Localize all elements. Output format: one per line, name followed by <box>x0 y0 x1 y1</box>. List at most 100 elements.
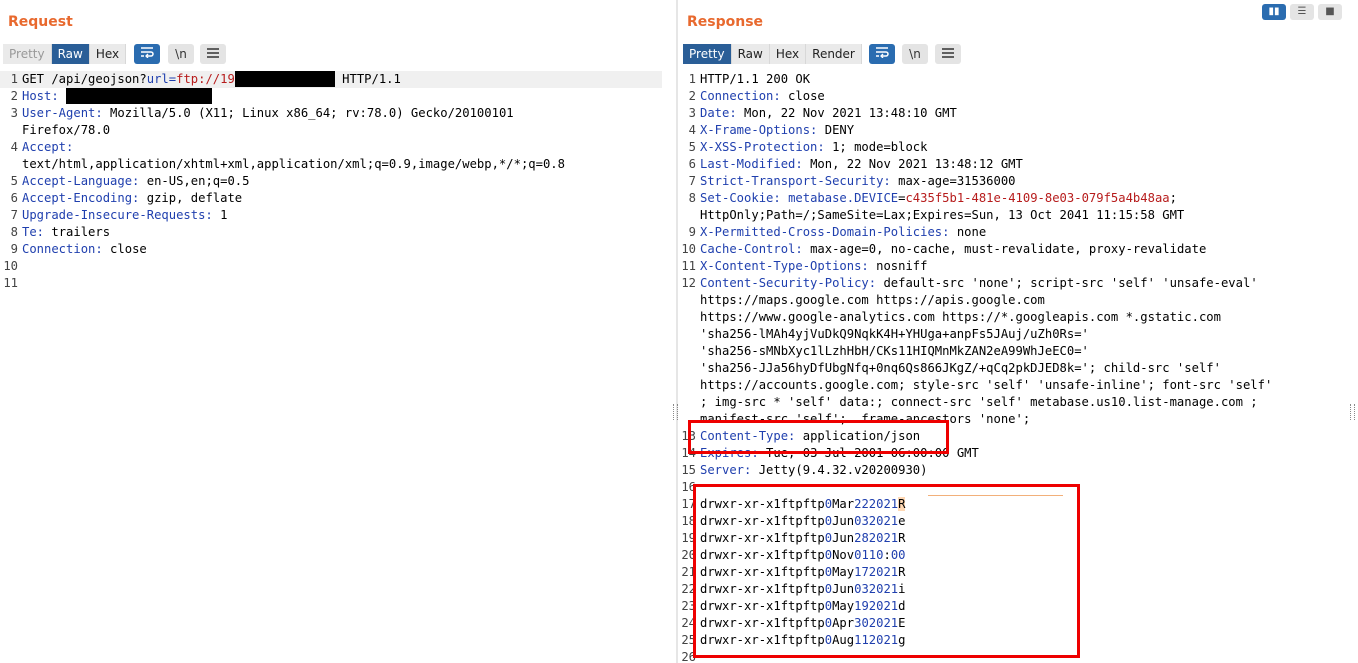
token: ; img-src * 'self' data:; connect-src 's… <box>700 395 1258 409</box>
line-text: Upgrade-Insecure-Requests: 1 <box>22 207 227 224</box>
line-text: Server: Jetty(9.4.32.v20200930) <box>700 462 927 479</box>
response-tabs: Pretty Raw Hex Render <box>683 44 862 64</box>
code-line: 3 Date: Mon, 22 Nov 2021 13:48:10 GMT <box>678 105 1346 122</box>
split-horizontal-icon[interactable]: ▮▮ <box>1262 4 1286 20</box>
tab-hex[interactable]: Hex <box>769 44 807 64</box>
token: nosniff <box>868 259 928 273</box>
tab-pretty[interactable]: Pretty <box>683 44 732 64</box>
token: Strict-Transport-Security: <box>700 174 891 188</box>
token: Set-Cookie: <box>700 191 781 205</box>
token: Accept-Language: <box>22 174 140 188</box>
token: default-src 'none'; script-src 'self' 'u… <box>876 276 1258 290</box>
line-number: 5 <box>688 140 696 154</box>
line-number: 4 <box>10 140 18 154</box>
line-number: 6 <box>10 191 18 205</box>
line-text: 'sha256-JJa56hyDfUbgNfq+0nq6Qs866JKgZ/+q… <box>700 360 1221 377</box>
line-number: 9 <box>10 242 18 256</box>
line-number: 3 <box>10 106 18 120</box>
highlight-box-ftp-listing <box>693 484 1080 658</box>
tab-raw[interactable]: Raw <box>51 44 90 64</box>
code-line: HttpOnly;Path=/;SameSite=Lax;Expires=Sun… <box>678 207 1346 224</box>
token: text/html,application/xhtml+xml,applicat… <box>22 157 565 171</box>
code-line: 8 Set-Cookie: metabase.DEVICE=c435f5b1-48… <box>678 190 1346 207</box>
line-number: 15 <box>681 463 696 477</box>
token: DENY <box>817 123 855 137</box>
line-text: HTTP/1.1 200 OK <box>700 71 810 88</box>
line-number <box>678 207 700 224</box>
token: HTTP/1.1 200 OK <box>700 72 811 86</box>
request-pane: Request Pretty Raw Hex \n 1 GET /api/geoj… <box>0 0 676 663</box>
token: 'sha256-sMNbXyc1lLzhHbH/CKs11HIQMnMkZAN2… <box>700 344 1089 358</box>
line-number <box>678 292 700 309</box>
line-text: User-Agent: Mozilla/5.0 (X11; Linux x86_… <box>22 105 514 122</box>
line-number: 10 <box>681 242 696 256</box>
tab-render[interactable]: Render <box>806 44 862 64</box>
token: X-XSS-Protection: <box>700 140 825 154</box>
token: Upgrade-Insecure-Requests: <box>22 208 213 222</box>
token: max-age=0, no-cache, must-revalidate, pr… <box>802 242 1207 256</box>
token: Mozilla/5.0 (X11; Linux x86_64; rv:78.0)… <box>102 106 514 120</box>
code-line: 2 Connection: close <box>678 88 1346 105</box>
token: X-Frame-Options: <box>700 123 818 137</box>
token: Connection: <box>700 89 781 103</box>
line-number: 7 <box>10 208 18 222</box>
request-editor[interactable]: 1 GET /api/geojson?url=ftp://19 HTTP/1.1 2… <box>0 71 662 292</box>
token: Last-Modified: <box>700 157 803 171</box>
resize-handle-icon[interactable] <box>1350 404 1355 420</box>
line-number <box>678 394 700 411</box>
view-layout-toggle: ▮▮ ☰ ■ <box>1262 4 1342 20</box>
code-line: 1 HTTP/1.1 200 OK <box>678 71 1346 88</box>
token: Server: <box>700 463 752 477</box>
token: https://maps.google.com https://apis.goo… <box>700 293 1045 307</box>
line-number <box>678 309 700 326</box>
tab-hex[interactable]: Hex <box>89 44 127 64</box>
line-number: 6 <box>688 157 696 171</box>
token: trailers <box>44 225 111 239</box>
token: 1 <box>212 208 228 222</box>
token: c435f5b1-481e-4109-8e03-079f5a4b48aa <box>905 191 1170 205</box>
token: ftp://19 <box>176 72 235 86</box>
line-number: 9 <box>688 225 696 239</box>
line-text: Accept-Language: en-US,en;q=0.5 <box>22 173 249 190</box>
newline-toggle-button[interactable]: \n <box>168 44 194 64</box>
request-title: Request <box>8 14 73 30</box>
line-text: Firefox/78.0 <box>22 122 110 139</box>
tab-raw[interactable]: Raw <box>731 44 770 64</box>
line-text: Connection: close <box>700 88 825 105</box>
highlight-box-content-type <box>688 420 949 454</box>
token: metabase.DEVICE <box>788 191 899 205</box>
line-number: 4 <box>688 123 696 137</box>
line-number: 2 <box>688 89 696 103</box>
line-number <box>678 343 700 360</box>
token: Accept-Encoding: <box>22 191 140 205</box>
tab-pretty[interactable]: Pretty <box>3 44 52 64</box>
word-wrap-icon[interactable] <box>134 44 160 64</box>
token: X-Permitted-Cross-Domain-Policies: <box>700 225 950 239</box>
token: Date: <box>700 106 737 120</box>
line-number: 8 <box>688 191 696 205</box>
token: close <box>780 89 825 103</box>
line-text: text/html,application/xhtml+xml,applicat… <box>22 156 565 173</box>
line-text: Connection: close <box>22 241 147 258</box>
hamburger-menu-icon[interactable] <box>200 44 226 64</box>
line-number: 2 <box>10 89 18 103</box>
code-line: 10 <box>0 258 662 275</box>
line-text: https://www.google-analytics.com https:/… <box>700 309 1221 326</box>
code-line: 7 Upgrade-Insecure-Requests: 1 <box>0 207 662 224</box>
word-wrap-icon[interactable] <box>869 44 895 64</box>
split-vertical-icon[interactable]: ☰ <box>1290 4 1314 20</box>
line-text: https://accounts.google.com; style-src '… <box>700 377 1272 394</box>
single-pane-icon[interactable]: ■ <box>1318 4 1342 20</box>
hamburger-menu-icon[interactable] <box>935 44 961 64</box>
line-text: Content-Security-Policy: default-src 'no… <box>700 275 1258 292</box>
code-line: 9 Connection: close <box>0 241 662 258</box>
newline-toggle-button[interactable]: \n <box>902 44 928 64</box>
token: https://accounts.google.com; style-src '… <box>700 378 1273 392</box>
code-line: 1 GET /api/geojson?url=ftp://19 HTTP/1.1 <box>0 71 662 88</box>
code-line: 10 Cache-Control: max-age=0, no-cache, mu… <box>678 241 1346 258</box>
token: X-Content-Type-Options: <box>700 259 869 273</box>
token: GET /api/geojson? <box>22 72 147 86</box>
token: Content-Security-Policy: <box>700 276 877 290</box>
